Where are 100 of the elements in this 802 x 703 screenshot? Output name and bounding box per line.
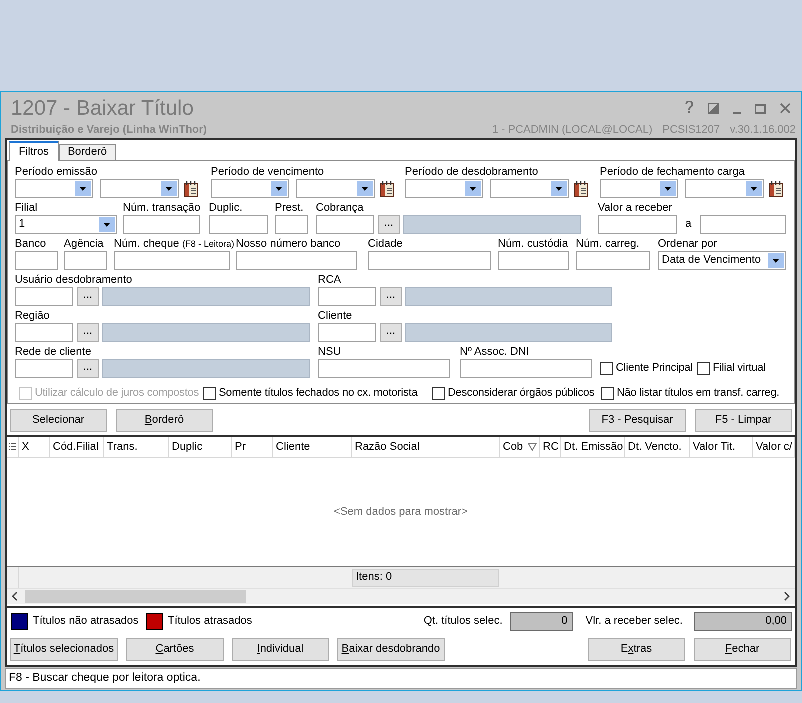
field-label: Ordenar por	[658, 237, 718, 251]
individual-button[interactable]: Individual	[232, 638, 329, 661]
column-header[interactable]: Cliente	[273, 437, 352, 457]
checkbox-label: Desconsiderar órgãos públicos	[448, 386, 595, 401]
field-label: Filial	[15, 201, 38, 215]
clear-button[interactable]: F5 - Limpar	[695, 409, 792, 432]
close-button[interactable]: Fechar	[694, 638, 791, 661]
chevron-right-icon[interactable]	[784, 592, 790, 601]
code-field[interactable]	[15, 287, 73, 306]
code-field[interactable]	[316, 215, 374, 234]
column-header[interactable]: Cód.Filial	[50, 437, 104, 457]
field-label: Cidade	[368, 237, 403, 251]
field-label: Banco	[15, 237, 46, 251]
calendar-icon[interactable]	[572, 180, 590, 198]
user-info: 1 - PCADMIN (LOCAL@LOCAL)	[492, 123, 653, 138]
dropdown-field[interactable]: 1	[15, 215, 117, 234]
field-label: Período de vencimento	[211, 165, 324, 179]
column-header[interactable]: Duplic	[169, 437, 232, 457]
calendar-icon[interactable]	[182, 180, 200, 198]
code-field[interactable]	[15, 359, 73, 378]
restore-icon[interactable]	[708, 103, 719, 114]
checkbox[interactable]	[601, 386, 614, 400]
dropdown-field[interactable]: Data de Vencimento	[658, 251, 786, 270]
field-label: Usuário desdobramento	[15, 273, 132, 287]
select-button[interactable]: Selecionar	[10, 409, 107, 432]
horizontal-scrollbar[interactable]	[7, 588, 795, 604]
close-icon[interactable]	[780, 103, 791, 114]
column-header[interactable]: Razão Social	[352, 437, 500, 457]
code-field[interactable]	[318, 323, 376, 342]
field-label: Período de fechamento carga	[600, 165, 745, 179]
maximize-icon[interactable]	[755, 104, 766, 114]
field-label: Nº Assoc. DNI	[460, 345, 530, 359]
column-header[interactable]: Valor Tit.	[690, 437, 753, 457]
text-field[interactable]	[209, 215, 268, 234]
dropdown-field[interactable]	[600, 179, 678, 198]
column-chooser-icon[interactable]	[9, 442, 16, 452]
scrollbar-thumb[interactable]	[25, 590, 246, 603]
checkbox[interactable]	[697, 362, 710, 375]
column-header[interactable]: Pr	[232, 437, 273, 457]
text-field[interactable]	[114, 251, 230, 270]
dropdown-field[interactable]	[296, 179, 375, 198]
field-label: Núm. custódia	[498, 237, 568, 251]
calendar-icon[interactable]	[767, 180, 785, 198]
code-field[interactable]	[318, 287, 376, 306]
text-field[interactable]	[498, 251, 569, 270]
dropdown-field[interactable]	[211, 179, 289, 198]
chevron-left-icon[interactable]	[12, 592, 18, 601]
help-icon[interactable]	[685, 101, 694, 114]
field-label: Período emissão	[15, 165, 98, 179]
browse-button[interactable]: ...	[77, 359, 99, 378]
tab[interactable]: Filtros	[9, 141, 59, 161]
field-label: Região	[15, 309, 50, 323]
column-header[interactable]: Dt. Emissão	[561, 437, 625, 457]
text-field[interactable]	[64, 251, 107, 270]
column-header[interactable]: RC	[540, 437, 561, 457]
dropdown-field[interactable]	[15, 179, 93, 198]
column-header[interactable]: Cob	[500, 437, 540, 457]
search-button[interactable]: F3 - Pesquisar	[589, 409, 686, 432]
dropdown-field[interactable]	[405, 179, 483, 198]
bordero-button[interactable]: Borderô	[116, 409, 213, 432]
browse-button[interactable]: ...	[77, 287, 99, 306]
browse-button[interactable]: ...	[380, 287, 402, 306]
checkbox[interactable]	[203, 386, 216, 400]
field-label: NSU	[318, 345, 342, 359]
tab[interactable]: Borderô	[58, 144, 116, 160]
code-field[interactable]	[15, 323, 73, 342]
browse-button[interactable]: ...	[77, 323, 99, 342]
column-header[interactable]: Trans.	[104, 437, 169, 457]
extras-button[interactable]: Extras	[588, 638, 685, 661]
checkbox-label: Utilizar cálculo de juros compostos	[35, 386, 200, 401]
text-field[interactable]	[598, 215, 677, 234]
program-code: PCSIS1207	[662, 123, 720, 138]
checkbox[interactable]	[600, 362, 613, 375]
text-field[interactable]	[236, 251, 357, 270]
column-header[interactable]: Valor c/	[753, 437, 795, 457]
settle-button[interactable]: Baixar desdobrando	[337, 638, 445, 661]
cards-button[interactable]: Cartões	[126, 638, 224, 661]
legend-label: Títulos não atrasados	[33, 614, 139, 629]
field-label: Núm. cheque (F8 - Leitora)	[114, 237, 235, 251]
column-header[interactable]: Dt. Vencto.	[625, 437, 690, 457]
field-label: Prest.	[275, 201, 304, 215]
selected-titles-button[interactable]: Títulos selecionados	[10, 638, 118, 661]
dropdown-field[interactable]	[490, 179, 569, 198]
column-header[interactable]: X	[19, 437, 50, 457]
filter-icon[interactable]	[528, 443, 537, 451]
text-field[interactable]	[15, 251, 58, 270]
text-field[interactable]	[576, 251, 650, 270]
item-count: Itens: 0	[352, 568, 499, 586]
browse-button[interactable]: ...	[380, 323, 402, 342]
browse-button[interactable]: ...	[378, 215, 400, 234]
checkbox[interactable]	[432, 386, 445, 400]
dropdown-field[interactable]	[100, 179, 179, 198]
dropdown-field[interactable]	[685, 179, 764, 198]
text-field[interactable]	[123, 215, 200, 234]
calendar-icon[interactable]	[378, 180, 396, 198]
text-field[interactable]	[368, 251, 491, 270]
text-field[interactable]	[275, 215, 308, 234]
text-field[interactable]	[318, 359, 450, 378]
text-field[interactable]	[700, 215, 786, 234]
text-field[interactable]	[460, 359, 592, 378]
